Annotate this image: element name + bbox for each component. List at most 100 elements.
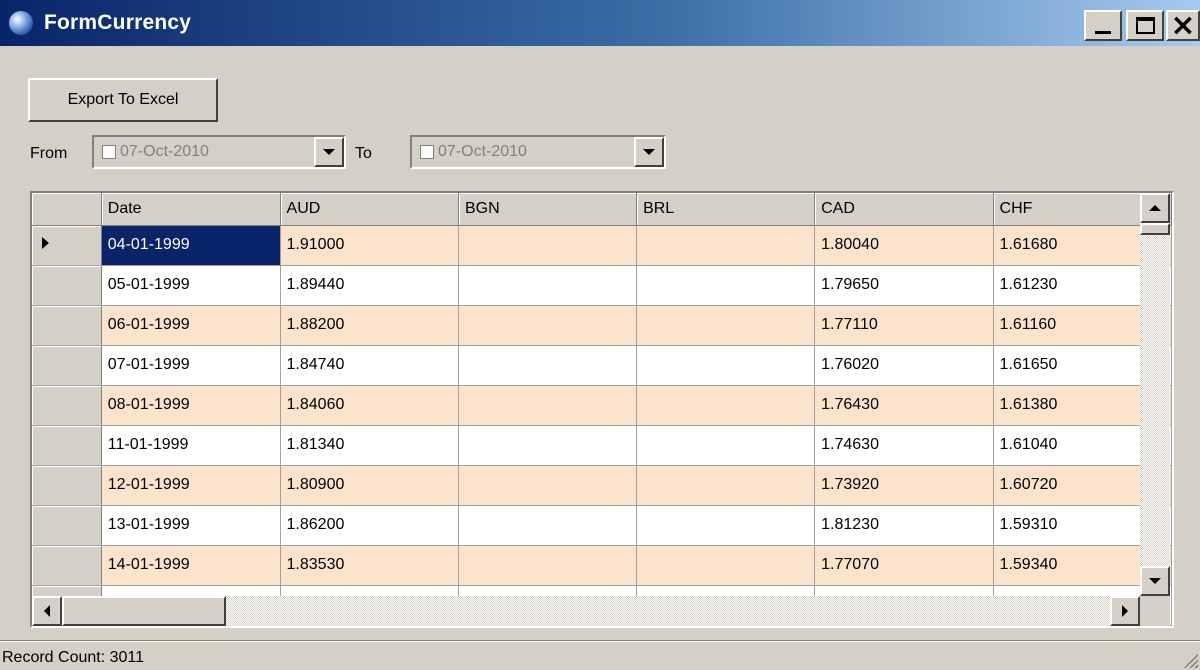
table-cell[interactable]: 05-01-1999 (101, 265, 281, 306)
table-row[interactable]: 11-01-1999 1.81340 1.74630 1.61040 (32, 425, 1172, 466)
status-bar: Record Count: 3011 (0, 640, 1200, 670)
column-header-date[interactable]: Date (101, 193, 281, 226)
chevron-down-icon (1149, 578, 1161, 584)
column-header-bgn[interactable]: BGN (458, 193, 638, 226)
to-date-dropdown-button[interactable] (634, 137, 664, 167)
minimize-button[interactable] (1084, 10, 1122, 41)
table-cell[interactable]: 11-01-1999 (101, 425, 281, 466)
table-cell[interactable]: 1.76430 (814, 385, 994, 426)
table-cell[interactable]: 1.84740 (280, 345, 459, 386)
table-cell[interactable]: 1.79650 (814, 265, 994, 306)
corner-header[interactable] (32, 193, 102, 226)
table-cell[interactable] (636, 505, 816, 546)
row-header[interactable] (32, 465, 102, 506)
record-count: Record Count: 3011 (2, 649, 145, 666)
table-cell[interactable] (636, 345, 816, 386)
close-button[interactable]: × (1166, 10, 1200, 41)
resize-grip-icon[interactable] (1182, 652, 1198, 668)
table-cell[interactable]: 1.80900 (280, 465, 459, 506)
table-cell[interactable] (458, 425, 638, 466)
table-cell[interactable] (636, 465, 816, 506)
table-cell[interactable]: 06-01-1999 (101, 305, 281, 346)
table-cell[interactable]: 1.81340 (280, 425, 459, 466)
scroll-left-button[interactable] (32, 596, 62, 626)
row-header[interactable] (32, 265, 102, 306)
table-cell[interactable]: 1.77110 (814, 305, 994, 346)
table-cell[interactable] (458, 545, 638, 586)
table-cell[interactable]: 08-01-1999 (101, 385, 281, 426)
table-cell[interactable]: 14-01-1999 (101, 545, 281, 586)
table-cell[interactable] (458, 385, 638, 426)
to-label: To (355, 145, 372, 162)
table-cell[interactable]: 1.74630 (814, 425, 994, 466)
chevron-down-icon (323, 149, 335, 155)
horizontal-scroll-thumb[interactable] (62, 596, 226, 626)
row-header[interactable] (32, 425, 102, 466)
table-cell[interactable] (636, 545, 816, 586)
table-cell[interactable]: 1.80040 (814, 225, 994, 266)
title-bar[interactable]: FormCurrency × (0, 0, 1200, 46)
column-header-cad[interactable]: CAD (814, 193, 994, 226)
current-row-icon (42, 237, 49, 249)
table-row[interactable]: 05-01-1999 1.89440 1.79650 1.61230 (32, 265, 1172, 306)
table-cell[interactable] (636, 225, 816, 266)
scroll-right-button[interactable] (1110, 596, 1140, 626)
row-header[interactable] (32, 505, 102, 546)
table-cell[interactable] (636, 265, 816, 306)
currency-grid[interactable]: Date AUD BGN BRL CAD CHF 04-01-1999 1.91… (30, 191, 1174, 628)
vertical-scrollbar[interactable] (1140, 193, 1170, 596)
table-cell[interactable] (458, 345, 638, 386)
table-row[interactable]: 04-01-1999 1.91000 1.80040 1.61680 (32, 225, 1172, 266)
from-date-picker[interactable]: 07-Oct-2010 (92, 135, 346, 169)
table-row[interactable]: 07-01-1999 1.84740 1.76020 1.61650 (32, 345, 1172, 386)
table-cell[interactable]: 1.73920 (814, 465, 994, 506)
close-icon: × (1170, 7, 1196, 43)
vertical-scroll-thumb[interactable] (1140, 223, 1170, 235)
scroll-up-button[interactable] (1140, 193, 1170, 223)
minimize-icon (1095, 31, 1111, 34)
from-label: From (30, 145, 68, 162)
table-cell[interactable] (458, 225, 638, 266)
table-cell[interactable]: 1.88200 (280, 305, 459, 346)
table-row[interactable]: 12-01-1999 1.80900 1.73920 1.60720 (32, 465, 1172, 506)
row-header[interactable] (32, 305, 102, 346)
table-cell[interactable] (458, 465, 638, 506)
to-date-checkbox[interactable] (420, 145, 434, 159)
table-cell[interactable]: 04-01-1999 (101, 225, 281, 266)
table-cell[interactable]: 1.81230 (814, 505, 994, 546)
table-cell[interactable]: 1.89440 (280, 265, 459, 306)
table-cell[interactable]: 1.84060 (280, 385, 459, 426)
table-row[interactable]: 08-01-1999 1.84060 1.76430 1.61380 (32, 385, 1172, 426)
table-cell[interactable] (636, 385, 816, 426)
table-cell[interactable] (636, 425, 816, 466)
row-header[interactable] (32, 545, 102, 586)
from-date-dropdown-button[interactable] (314, 137, 344, 167)
table-cell[interactable] (458, 505, 638, 546)
from-date-checkbox[interactable] (102, 145, 116, 159)
scroll-down-button[interactable] (1140, 566, 1170, 596)
table-cell[interactable]: 1.91000 (280, 225, 459, 266)
table-cell[interactable]: 07-01-1999 (101, 345, 281, 386)
table-row[interactable]: 13-01-1999 1.86200 1.81230 1.59310 (32, 505, 1172, 546)
row-header[interactable] (32, 385, 102, 426)
table-cell[interactable] (458, 305, 638, 346)
table-cell[interactable]: 1.77070 (814, 545, 994, 586)
table-cell[interactable]: 1.76020 (814, 345, 994, 386)
to-date-picker[interactable]: 07-Oct-2010 (410, 135, 666, 169)
column-header-aud[interactable]: AUD (280, 193, 459, 226)
chevron-right-icon (1122, 605, 1128, 617)
table-cell[interactable]: 12-01-1999 (101, 465, 281, 506)
horizontal-scrollbar[interactable] (32, 596, 1140, 626)
table-cell[interactable] (636, 305, 816, 346)
column-header-brl[interactable]: BRL (636, 193, 816, 226)
table-row[interactable]: 06-01-1999 1.88200 1.77110 1.61160 (32, 305, 1172, 346)
row-header[interactable] (32, 225, 102, 266)
table-cell[interactable]: 1.83530 (280, 545, 459, 586)
maximize-button[interactable] (1126, 10, 1164, 41)
table-cell[interactable] (458, 265, 638, 306)
table-row[interactable]: 14-01-1999 1.83530 1.77070 1.59340 (32, 545, 1172, 586)
table-cell[interactable]: 13-01-1999 (101, 505, 281, 546)
table-cell[interactable]: 1.86200 (280, 505, 459, 546)
row-header[interactable] (32, 345, 102, 386)
export-to-excel-button[interactable]: Export To Excel (28, 78, 218, 122)
